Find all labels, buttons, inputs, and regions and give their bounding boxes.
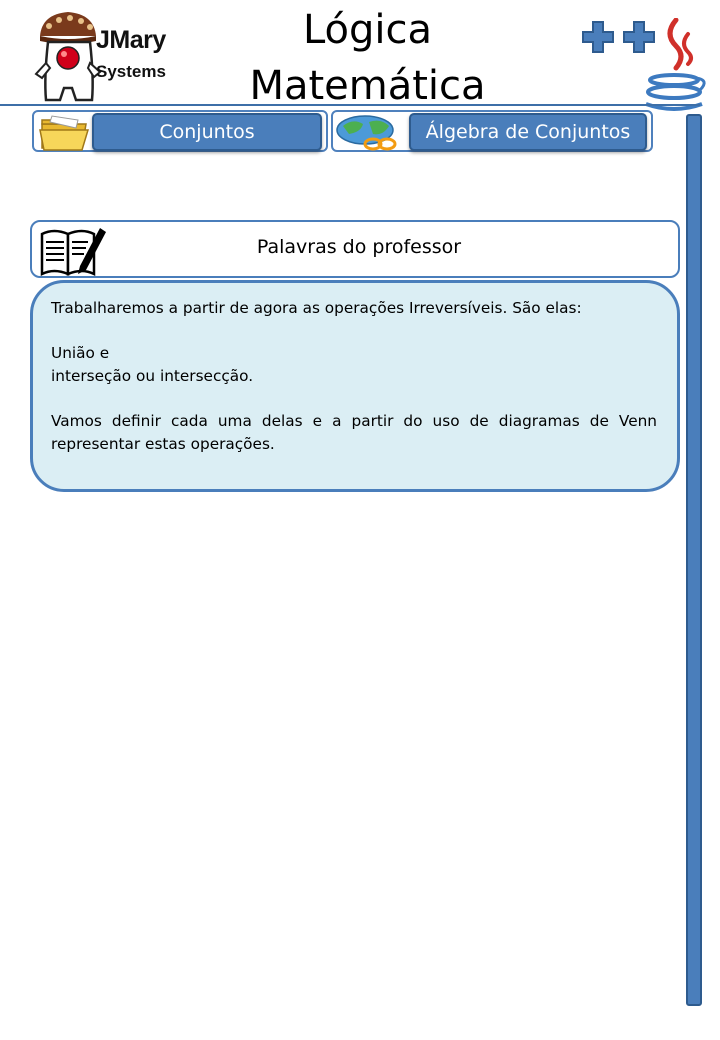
folder-icon — [39, 115, 90, 151]
list-item-intersecao: interseção ou intersecção. — [51, 367, 254, 385]
header-divider — [0, 104, 700, 106]
page-title: Lógica Matemática — [200, 2, 535, 114]
intro-text: Trabalharemos a partir de agora as opera… — [51, 299, 582, 317]
java-cup-icon — [645, 18, 706, 111]
closing-text: Vamos definir cada uma delas e a partir … — [51, 412, 657, 453]
content-box: Trabalharemos a partir de agora as opera… — [30, 280, 680, 492]
brand-name: JMary — [96, 26, 166, 54]
tab-conjuntos-label[interactable]: Conjuntos — [92, 113, 322, 151]
side-scrollbar[interactable] — [686, 114, 702, 1006]
title-line-1: Lógica — [302, 7, 433, 53]
section-title: Palavras do professor — [256, 236, 462, 258]
mascot-icon — [34, 12, 102, 102]
list-item-uniao: União e — [51, 344, 110, 362]
tab-conjuntos[interactable]: Conjuntos — [32, 110, 328, 152]
section-header: Palavras do professor — [30, 220, 680, 278]
globe-icon — [336, 115, 397, 151]
tab-algebra-de-conjuntos[interactable]: Álgebra de Conjuntos — [331, 110, 653, 152]
brand-subtitle: Systems — [96, 62, 166, 81]
tab-algebra-label[interactable]: Álgebra de Conjuntos — [409, 113, 647, 151]
jmary-logo: JMary Systems — [34, 8, 174, 108]
